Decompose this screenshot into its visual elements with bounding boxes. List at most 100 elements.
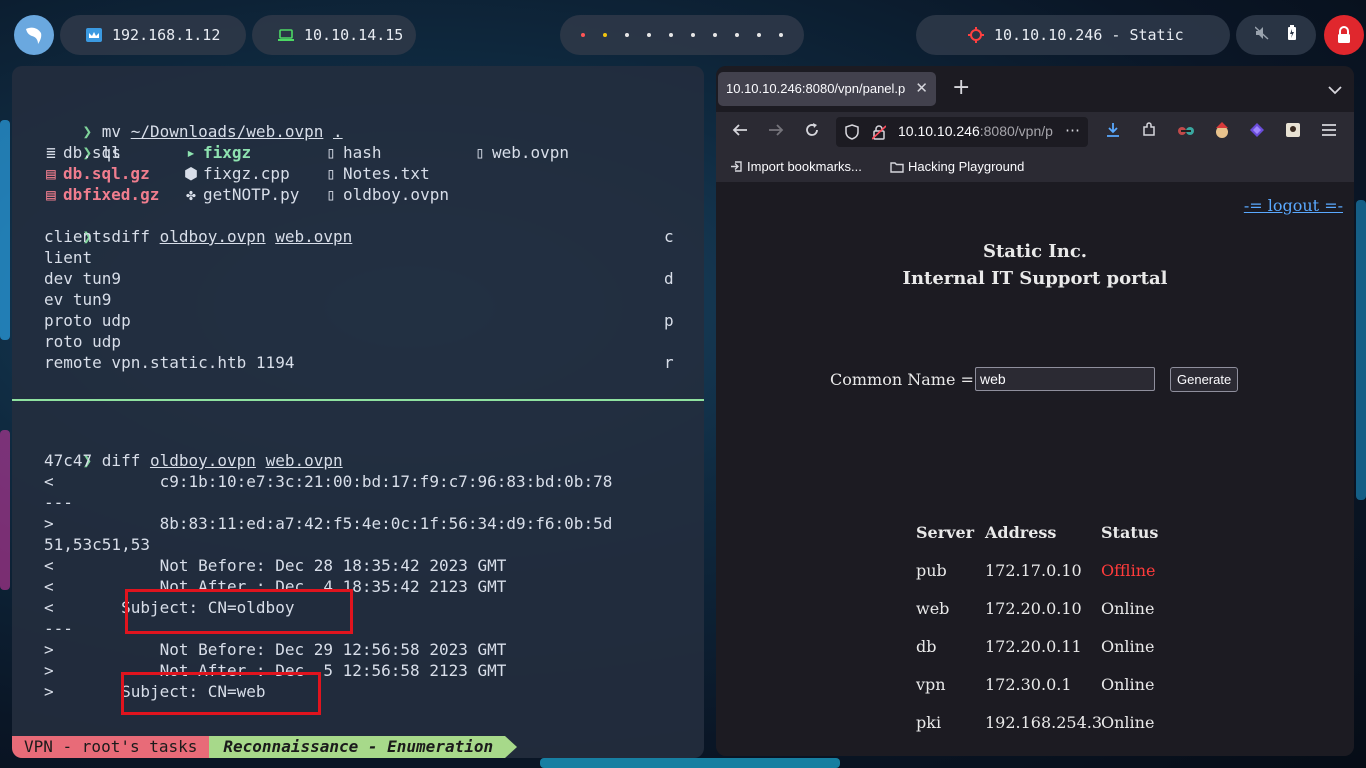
- mute-icon[interactable]: [1254, 26, 1269, 44]
- ls-entry: ▯ Notes.txt: [324, 163, 430, 184]
- sdiff-left: proto udp: [44, 311, 131, 330]
- command-arg: web.ovpn: [265, 451, 343, 470]
- forward-icon[interactable]: [768, 122, 784, 143]
- header-address: Address: [985, 523, 1057, 542]
- ls-entry: ⬢ fixgz.cpp: [184, 163, 290, 184]
- terminal-window[interactable]: ❯ mv ~/Downloads/web.ovpn . ❯ ls ≣ db.sql…: [12, 66, 704, 758]
- common-name-label: Common Name =: [830, 370, 974, 389]
- target-widget[interactable]: 10.10.10.246 - Static: [916, 15, 1230, 55]
- vpn-ip-widget[interactable]: 10.10.14.15: [252, 15, 416, 55]
- status-task: Reconnaissance - Enumeration: [209, 736, 506, 758]
- pane-divider[interactable]: [12, 399, 704, 401]
- folder-icon: [890, 161, 904, 176]
- wappalyzer-icon[interactable]: [1249, 122, 1265, 143]
- file-icon: ▯: [326, 143, 336, 162]
- file-icon: ▯: [326, 164, 336, 183]
- server-status: Online: [1101, 637, 1155, 656]
- server-name: pki: [916, 713, 942, 732]
- status-arrow: [505, 736, 518, 758]
- workspace-dot-5[interactable]: [669, 33, 673, 37]
- workspace-dot-1[interactable]: [581, 33, 585, 37]
- table-header: Server Address Status: [916, 522, 1176, 544]
- server-status-offline: Offline: [1101, 561, 1156, 580]
- import-icon: [730, 160, 743, 176]
- workspace-dot-3[interactable]: [625, 33, 629, 37]
- extensions-icon[interactable]: [1141, 122, 1157, 143]
- file-name: oldboy.ovpn: [343, 185, 449, 204]
- workspace-dot-4[interactable]: [647, 33, 651, 37]
- back-icon[interactable]: [732, 122, 748, 143]
- downloads-icon[interactable]: [1105, 122, 1121, 143]
- list-tabs-icon[interactable]: [1328, 80, 1342, 99]
- ls-entry: ≣ db.sql: [44, 142, 121, 163]
- server-address: 172.20.0.11: [985, 637, 1082, 656]
- workspace-dot-10[interactable]: [779, 33, 783, 37]
- lock-button[interactable]: [1324, 15, 1364, 55]
- file-name: db.sql: [63, 143, 121, 162]
- bookmark-import[interactable]: Import bookmarks...: [730, 159, 862, 176]
- logout-link[interactable]: -= logout =-: [1244, 196, 1343, 215]
- workspace-dot-7[interactable]: [713, 33, 717, 37]
- server-name: db: [916, 637, 937, 656]
- prompt-line-mv: ❯ mv ~/Downloads/web.ovpn .: [44, 100, 343, 141]
- reload-icon[interactable]: [804, 122, 820, 143]
- workspace-dot-8[interactable]: [735, 33, 739, 37]
- highlight-box-web: [121, 672, 321, 715]
- command-text: diff: [101, 451, 141, 470]
- workspace-dot-9[interactable]: [757, 33, 761, 37]
- diff-line: > Not Before: Dec 29 12:56:58 2023 GMT: [44, 640, 507, 659]
- server-address: 172.20.0.10: [985, 599, 1082, 618]
- hacktools-icon[interactable]: [1285, 122, 1301, 143]
- file-name: web.ovpn: [492, 143, 570, 162]
- page-actions-icon[interactable]: ⋯: [1065, 121, 1080, 139]
- workspace-dot-2[interactable]: [603, 33, 607, 37]
- foxyproxy-icon[interactable]: [1177, 122, 1195, 143]
- shield-icon[interactable]: [845, 124, 859, 143]
- file-name: fixgz.cpp: [203, 164, 290, 183]
- page-content: -= logout =- Static Inc. Internal IT Sup…: [716, 183, 1354, 756]
- header-status: Status: [1101, 523, 1159, 542]
- hamburger-menu-icon[interactable]: [1321, 122, 1337, 142]
- command-arg: oldboy.ovpn: [159, 227, 266, 246]
- menu-button[interactable]: [14, 15, 54, 55]
- archive-icon: ▤: [46, 164, 56, 183]
- status-session: VPN - root's tasks: [12, 736, 210, 758]
- local-ip-text: 192.168.1.12: [112, 26, 221, 44]
- file-name: Notes.txt: [343, 164, 430, 183]
- wallpaper-streak: [1356, 200, 1366, 500]
- file-name: fixgz: [203, 143, 252, 162]
- insecure-lock-icon[interactable]: [871, 124, 887, 143]
- workspace-dot-6[interactable]: [691, 33, 695, 37]
- command-text: sdiff: [101, 227, 150, 246]
- new-tab-icon[interactable]: +: [952, 76, 970, 100]
- target-text: 10.10.10.246 - Static: [994, 26, 1184, 44]
- cookie-editor-icon[interactable]: [1213, 122, 1231, 143]
- command-arg: .: [333, 122, 343, 141]
- ls-entry: ▯ hash: [324, 142, 381, 163]
- battery-icon[interactable]: [1287, 25, 1297, 45]
- server-address: 192.168.254.3: [985, 713, 1103, 732]
- local-ip-widget[interactable]: 192.168.1.12: [60, 15, 246, 55]
- bookmark-hacking-playground[interactable]: Hacking Playground: [890, 159, 1024, 176]
- url-host: 10.10.10.246: [898, 123, 980, 139]
- tab-title: 10.10.10.246:8080/vpn/panel.p: [726, 81, 906, 96]
- file-icon: ▯: [475, 143, 485, 162]
- file-name: db.sql.gz: [63, 164, 150, 183]
- kali-dragon-icon: [26, 27, 42, 44]
- highlight-box-oldboy: [125, 589, 353, 634]
- page-subtitle: Internal IT Support portal: [902, 268, 1168, 289]
- generate-button[interactable]: Generate: [1170, 367, 1239, 392]
- file-name: dbfixed.gz: [63, 185, 160, 204]
- table-row: vpn 172.30.0.1 Online: [916, 674, 1176, 696]
- file-icon: ▯: [326, 185, 336, 204]
- browser-window[interactable]: 10.10.10.246:8080/vpn/panel.p ✕ + 10.10.…: [716, 66, 1354, 756]
- diff-line: ---: [44, 493, 73, 512]
- ls-entry: ✤ getNOTP.py: [184, 184, 299, 205]
- common-name-input[interactable]: [975, 367, 1155, 391]
- workspace-switcher[interactable]: [560, 15, 804, 55]
- tab-vpn-panel[interactable]: 10.10.10.246:8080/vpn/panel.p ✕: [718, 72, 936, 106]
- tmux-status-bar: VPN - root's tasks Reconnaissance - Enum…: [12, 736, 518, 758]
- close-tab-icon[interactable]: ✕: [915, 72, 928, 106]
- url-bar[interactable]: 10.10.10.246:8080/vpn/p ⋯: [836, 117, 1088, 147]
- cpp-icon: ⬢: [184, 164, 198, 183]
